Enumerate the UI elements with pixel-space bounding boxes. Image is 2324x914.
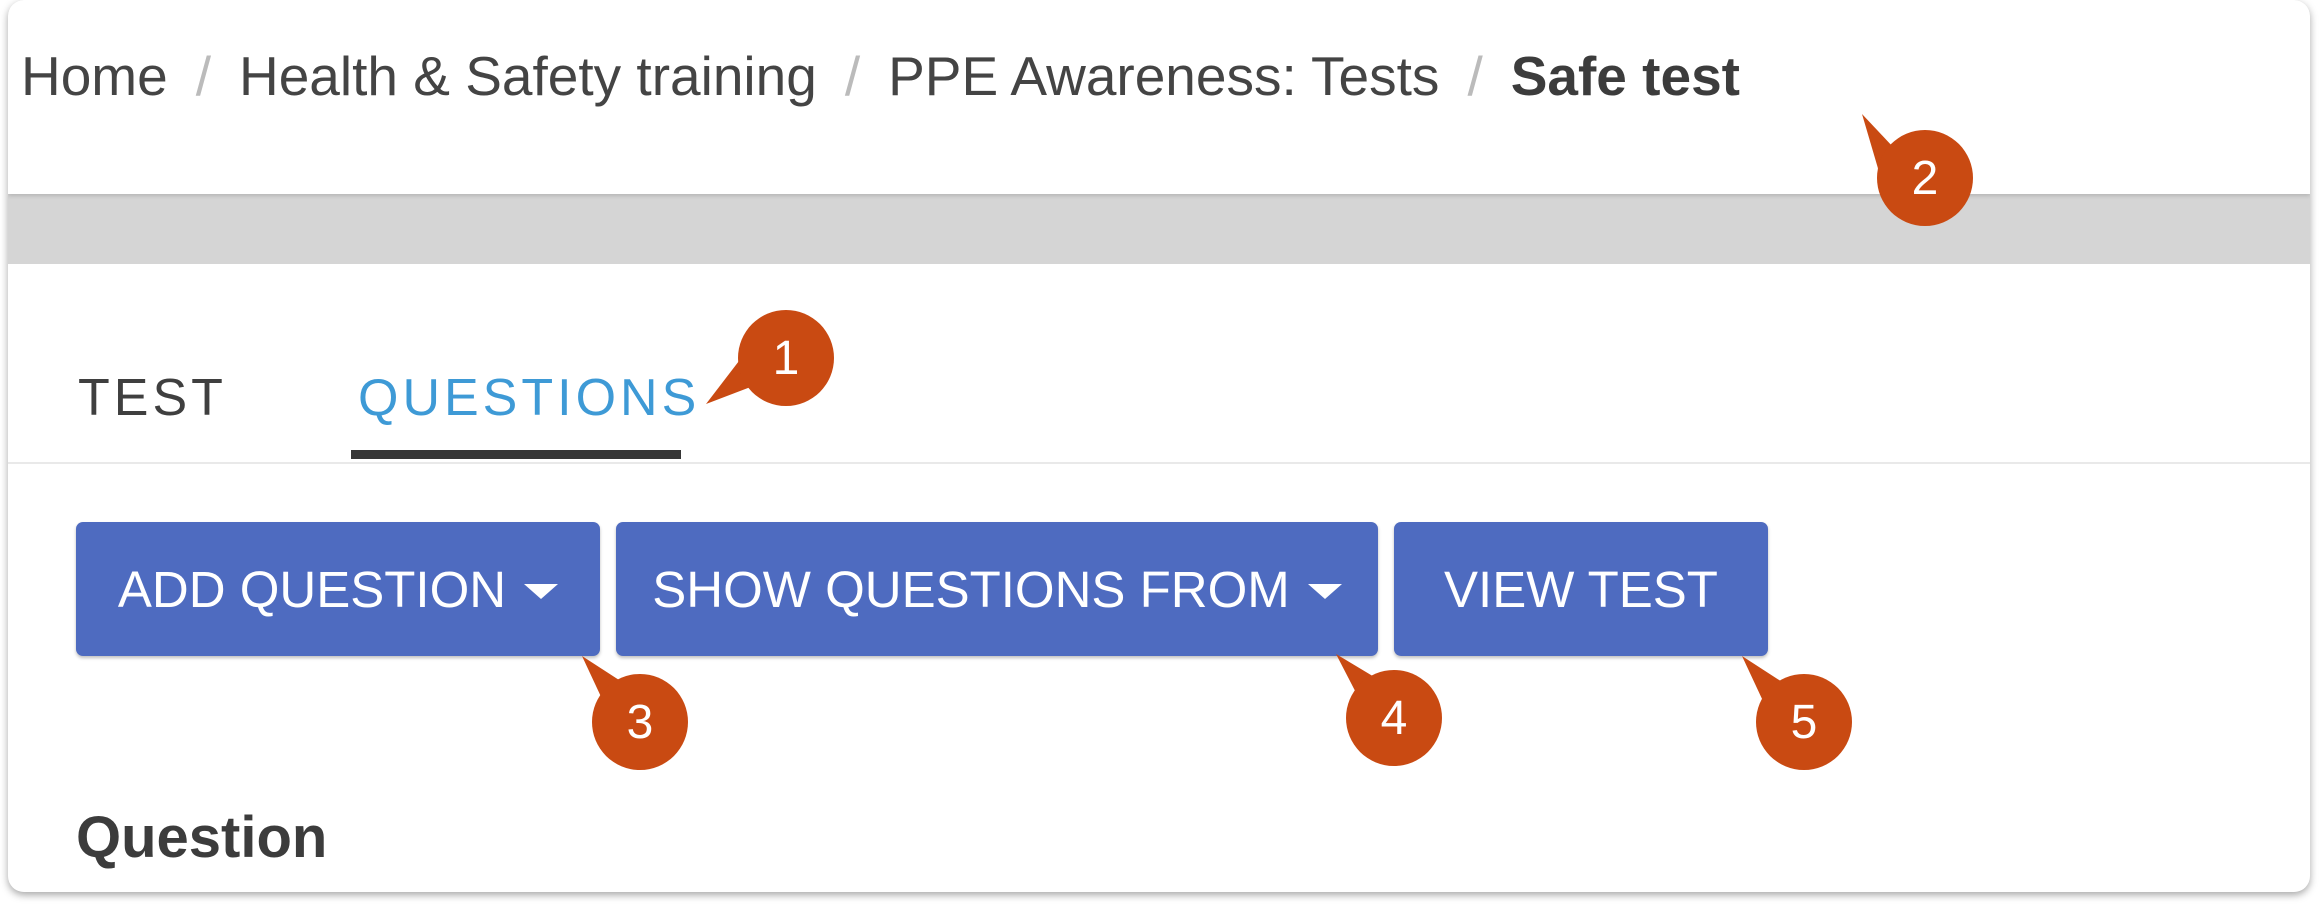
add-question-label: ADD QUESTION: [117, 560, 507, 618]
tab-bar: TEST QUESTIONS: [8, 264, 2310, 464]
app-window: Home / Health & Safety training / PPE Aw…: [8, 0, 2310, 892]
active-tab-indicator: [351, 450, 681, 459]
view-test-button[interactable]: VIEW TEST: [1394, 522, 1768, 656]
callout-number-3: 3: [626, 695, 654, 749]
callout-number-5: 5: [1790, 695, 1818, 749]
breadcrumb-separator: /: [195, 45, 211, 107]
breadcrumb: Home / Health & Safety training / PPE Aw…: [21, 44, 1740, 108]
question-heading: Question: [76, 805, 328, 870]
main-panel: TEST QUESTIONS ADD QUESTION SHOW QUESTIO…: [8, 264, 2310, 892]
callout-number-2: 2: [1911, 151, 1939, 205]
show-questions-from-label: SHOW QUESTIONS FROM: [652, 560, 1290, 618]
show-questions-from-button[interactable]: SHOW QUESTIONS FROM: [616, 522, 1378, 656]
caret-down-icon: [1307, 583, 1342, 599]
breadcrumb-separator: /: [1467, 45, 1483, 107]
breadcrumb-current-page: Safe test: [1510, 45, 1740, 107]
add-question-button[interactable]: ADD QUESTION: [76, 522, 600, 656]
caret-down-icon: [524, 583, 559, 599]
tab-divider: [8, 462, 2310, 464]
callout-number-1: 1: [772, 331, 800, 385]
breadcrumb-separator: /: [844, 45, 861, 107]
breadcrumb-health-safety-training[interactable]: Health & Safety training: [239, 44, 817, 108]
tab-questions[interactable]: QUESTIONS: [358, 368, 700, 428]
view-test-label: VIEW TEST: [1444, 560, 1718, 618]
callout-number-4: 4: [1380, 691, 1408, 745]
breadcrumb-home[interactable]: Home: [21, 44, 168, 108]
breadcrumb-ppe-awareness-tests[interactable]: PPE Awareness: Tests: [888, 44, 1439, 108]
tab-test[interactable]: TEST: [78, 368, 227, 428]
